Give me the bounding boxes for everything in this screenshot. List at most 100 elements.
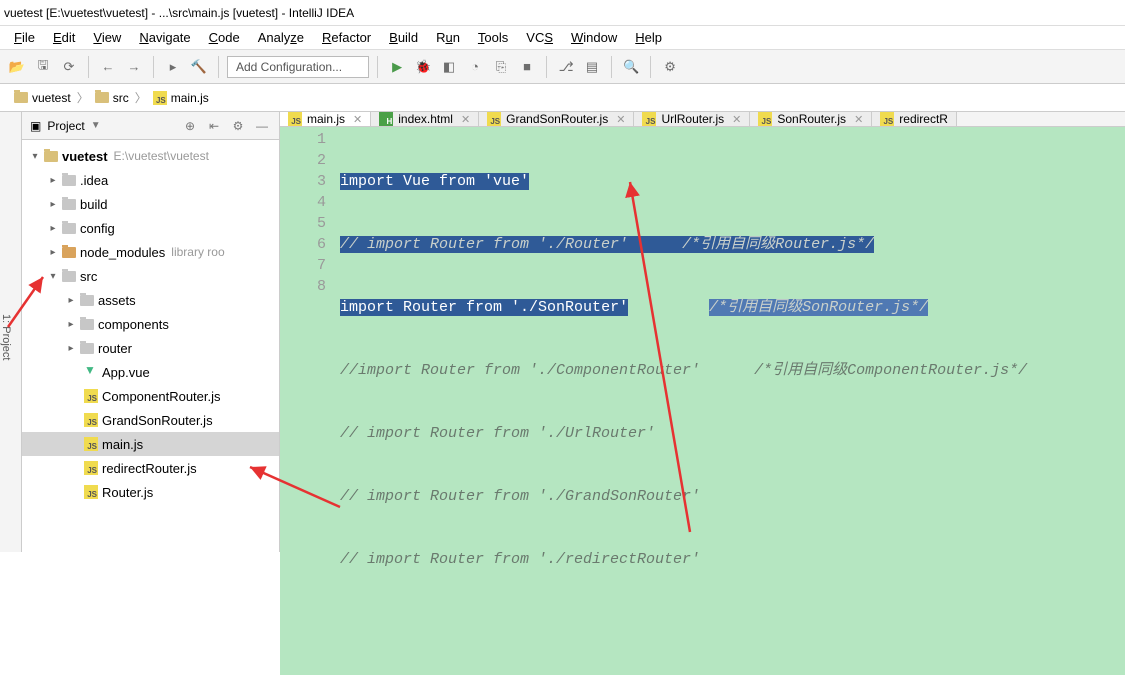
settings-icon[interactable]: ⚙ [659, 56, 681, 78]
menu-analyze[interactable]: Analyze [250, 28, 312, 47]
code-line-5: // import Router from './UrlRouter' [340, 423, 1125, 444]
folder-icon [80, 319, 94, 330]
tab-index-html[interactable]: Hindex.html✕ [371, 112, 479, 126]
js-icon: JS [487, 112, 501, 126]
editor-tabs: JSmain.js✕ Hindex.html✕ JSGrandSonRouter… [280, 112, 1125, 127]
close-icon[interactable]: ✕ [616, 113, 625, 126]
code-line-8 [340, 612, 1125, 633]
menu-build[interactable]: Build [381, 28, 426, 47]
hide-icon[interactable]: — [253, 119, 271, 133]
close-icon[interactable]: ✕ [732, 113, 741, 126]
tree-item-build[interactable]: ▸build [22, 192, 279, 216]
js-icon: JS [84, 413, 98, 427]
chevron-down-icon: ▾ [28, 151, 42, 162]
structure-icon[interactable]: ▤ [581, 56, 603, 78]
save-icon[interactable]: 🖫 [32, 56, 54, 78]
separator [611, 56, 612, 78]
folder-icon [62, 175, 76, 186]
separator [88, 56, 89, 78]
git-icon[interactable]: ⎇ [555, 56, 577, 78]
menu-view[interactable]: View [85, 28, 129, 47]
separator [377, 56, 378, 78]
hammer-icon[interactable]: 🔨 [188, 56, 210, 78]
profile-icon[interactable]: ◔ [464, 56, 486, 78]
tree-item-redirect-router[interactable]: JSredirectRouter.js [22, 456, 279, 480]
tree-item-assets[interactable]: ▸assets [22, 288, 279, 312]
chevron-right-icon: ▸ [46, 247, 60, 258]
close-icon[interactable]: ✕ [854, 113, 863, 126]
dropdown-icon[interactable]: ▼ [91, 120, 101, 131]
build-icon[interactable]: ▸ [162, 56, 184, 78]
tree-item-components[interactable]: ▸components [22, 312, 279, 336]
vue-icon [84, 366, 98, 378]
tree-root[interactable]: ▾vuetestE:\vuetest\vuetest [22, 144, 279, 168]
project-panel-header: ▣ Project ▼ ⊕ ⇤ ⚙ — [22, 112, 279, 140]
menu-file[interactable]: File [6, 28, 43, 47]
html-icon: H [379, 112, 393, 126]
chevron-right-icon: ▸ [64, 295, 78, 306]
code-body[interactable]: import Vue from 'vue' // import Router f… [340, 127, 1125, 675]
code-line-4: //import Router from './ComponentRouter'… [340, 360, 1125, 381]
run-icon[interactable]: ▶ [386, 56, 408, 78]
open-icon[interactable]: 📂 [6, 56, 28, 78]
separator [650, 56, 651, 78]
project-tool-tab[interactable]: 1: Project [0, 112, 22, 552]
tree-item-node-modules[interactable]: ▸node_moduleslibrary roo [22, 240, 279, 264]
breadcrumb-file[interactable]: JSmain.js [147, 91, 215, 105]
back-icon[interactable]: ← [97, 56, 119, 78]
menu-tools[interactable]: Tools [470, 28, 516, 47]
tree-item-idea[interactable]: ▸.idea [22, 168, 279, 192]
code-line-3: import Router from './SonRouter' /*引用自同级… [340, 297, 1125, 318]
breadcrumb: vuetest 〉 src 〉 JSmain.js [0, 84, 1125, 112]
forward-icon[interactable]: → [123, 56, 145, 78]
menu-navigate[interactable]: Navigate [131, 28, 198, 47]
menu-help[interactable]: Help [627, 28, 670, 47]
title-bar: vuetest [E:\vuetest\vuetest] - ...\src\m… [0, 0, 1125, 26]
gear-icon[interactable]: ⚙ [229, 119, 247, 133]
stop-icon[interactable]: ■ [516, 56, 538, 78]
search-icon[interactable]: 🔍 [620, 56, 642, 78]
toolbar: 📂 🖫 ⟳ ← → ▸ 🔨 Add Configuration... ▶ 🐞 ◧… [0, 50, 1125, 84]
collapse-icon[interactable]: ⇤ [205, 119, 223, 133]
add-configuration-button[interactable]: Add Configuration... [227, 56, 369, 78]
menu-window[interactable]: Window [563, 28, 625, 47]
menu-vcs[interactable]: VCS [518, 28, 561, 47]
tree-item-app-vue[interactable]: App.vue [22, 360, 279, 384]
target-icon[interactable]: ⊕ [181, 119, 199, 133]
project-tree: ▾vuetestE:\vuetest\vuetest ▸.idea ▸build… [22, 140, 279, 552]
tab-grandson-router[interactable]: JSGrandSonRouter.js✕ [479, 112, 634, 126]
folder-icon [62, 247, 76, 258]
tree-item-router[interactable]: ▸router [22, 336, 279, 360]
tree-item-grandson-router[interactable]: JSGrandSonRouter.js [22, 408, 279, 432]
tree-item-config[interactable]: ▸config [22, 216, 279, 240]
coverage-icon[interactable]: ◧ [438, 56, 460, 78]
js-icon: JS [84, 389, 98, 403]
menu-bar: File Edit View Navigate Code Analyze Ref… [0, 26, 1125, 50]
js-icon: JS [153, 91, 167, 105]
tab-redirect-router[interactable]: JSredirectR [872, 112, 957, 126]
refresh-icon[interactable]: ⟳ [58, 56, 80, 78]
tree-item-router-js[interactable]: JSRouter.js [22, 480, 279, 504]
tab-main-js[interactable]: JSmain.js✕ [280, 112, 371, 126]
close-icon[interactable]: ✕ [461, 113, 470, 126]
tree-item-src[interactable]: ▾src [22, 264, 279, 288]
menu-run[interactable]: Run [428, 28, 468, 47]
tab-son-router[interactable]: JSSonRouter.js✕ [750, 112, 872, 126]
tab-url-router[interactable]: JSUrlRouter.js✕ [634, 112, 750, 126]
code-line-2: // import Router from './Router' /*引用自同级… [340, 234, 1125, 255]
menu-edit[interactable]: Edit [45, 28, 83, 47]
menu-code[interactable]: Code [201, 28, 248, 47]
debug-icon[interactable]: 🐞 [412, 56, 434, 78]
tree-item-main-js[interactable]: JSmain.js [22, 432, 279, 456]
tree-item-component-router[interactable]: JSComponentRouter.js [22, 384, 279, 408]
menu-refactor[interactable]: Refactor [314, 28, 379, 47]
breadcrumb-project[interactable]: vuetest [8, 91, 77, 105]
js-icon: JS [880, 112, 894, 126]
chevron-down-icon: ▾ [46, 271, 60, 282]
attach-icon[interactable]: ⎘ [490, 56, 512, 78]
js-icon: JS [84, 437, 98, 451]
code-editor[interactable]: 12345678 import Vue from 'vue' // import… [280, 127, 1125, 675]
window-title: vuetest [E:\vuetest\vuetest] - ...\src\m… [4, 6, 354, 20]
close-icon[interactable]: ✕ [353, 113, 362, 126]
breadcrumb-src[interactable]: src [89, 91, 135, 105]
